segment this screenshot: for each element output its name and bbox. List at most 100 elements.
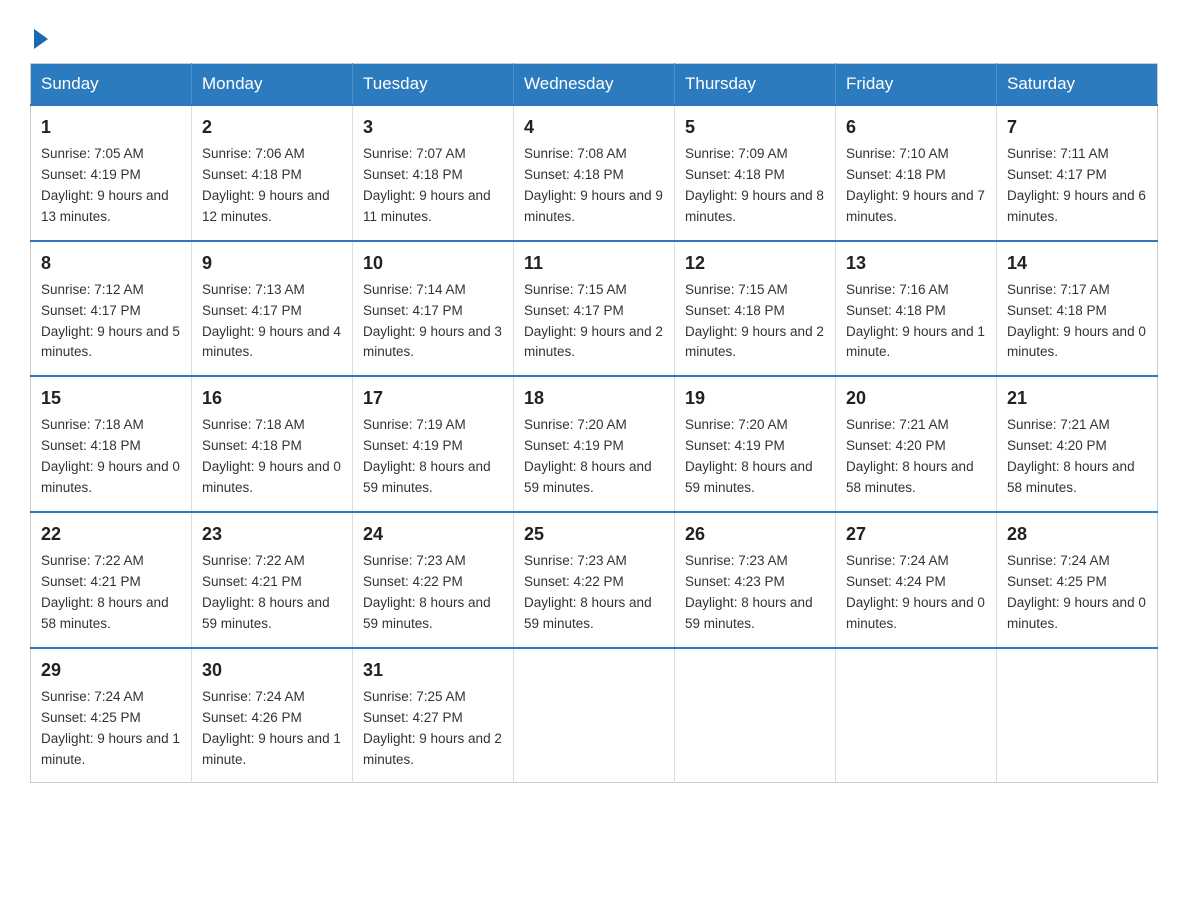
day-info: Sunrise: 7:05 AMSunset: 4:19 PMDaylight:…	[41, 144, 181, 228]
calendar-day-cell: 21Sunrise: 7:21 AMSunset: 4:20 PMDayligh…	[997, 376, 1158, 512]
calendar-week-row: 8Sunrise: 7:12 AMSunset: 4:17 PMDaylight…	[31, 241, 1158, 377]
logo	[30, 26, 48, 45]
day-number: 18	[524, 385, 664, 412]
calendar-day-cell: 30 Sunrise: 7:24 AMSunset: 4:26 PMDayligh…	[192, 648, 353, 783]
logo-arrow-icon	[34, 29, 48, 49]
calendar-day-cell: 11 Sunrise: 7:15 AMSunset: 4:17 PMDayligh…	[514, 241, 675, 377]
day-number: 20	[846, 385, 986, 412]
calendar-day-cell: 22 Sunrise: 7:22 AMSunset: 4:21 PMDayligh…	[31, 512, 192, 648]
calendar-day-cell	[836, 648, 997, 783]
day-number: 27	[846, 521, 986, 548]
calendar-day-cell: 1 Sunrise: 7:05 AMSunset: 4:19 PMDaylight…	[31, 105, 192, 241]
column-header-wednesday: Wednesday	[514, 64, 675, 106]
day-number: 4	[524, 114, 664, 141]
calendar-day-cell: 16 Sunrise: 7:18 AMSunset: 4:18 PMDayligh…	[192, 376, 353, 512]
calendar-day-cell: 2 Sunrise: 7:06 AMSunset: 4:18 PMDaylight…	[192, 105, 353, 241]
day-number: 15	[41, 385, 181, 412]
calendar-day-cell: 27 Sunrise: 7:24 AMSunset: 4:24 PMDayligh…	[836, 512, 997, 648]
calendar-day-cell: 31 Sunrise: 7:25 AMSunset: 4:27 PMDayligh…	[353, 648, 514, 783]
day-info: Sunrise: 7:20 AMSunset: 4:19 PMDaylight:…	[524, 415, 664, 499]
day-number: 17	[363, 385, 503, 412]
day-number: 12	[685, 250, 825, 277]
calendar-day-cell: 25 Sunrise: 7:23 AMSunset: 4:22 PMDayligh…	[514, 512, 675, 648]
calendar-table: SundayMondayTuesdayWednesdayThursdayFrid…	[30, 63, 1158, 783]
day-number: 3	[363, 114, 503, 141]
day-info: Sunrise: 7:22 AMSunset: 4:21 PMDaylight:…	[41, 551, 181, 635]
day-number: 29	[41, 657, 181, 684]
day-info: Sunrise: 7:24 AMSunset: 4:26 PMDaylight:…	[202, 687, 342, 771]
day-number: 14	[1007, 250, 1147, 277]
column-header-friday: Friday	[836, 64, 997, 106]
day-info: Sunrise: 7:12 AMSunset: 4:17 PMDaylight:…	[41, 280, 181, 364]
day-info: Sunrise: 7:18 AMSunset: 4:18 PMDaylight:…	[41, 415, 181, 499]
day-number: 2	[202, 114, 342, 141]
day-number: 10	[363, 250, 503, 277]
calendar-day-cell: 12 Sunrise: 7:15 AMSunset: 4:18 PMDayligh…	[675, 241, 836, 377]
day-info: Sunrise: 7:24 AMSunset: 4:24 PMDaylight:…	[846, 551, 986, 635]
day-number: 25	[524, 521, 664, 548]
calendar-day-cell: 20 Sunrise: 7:21 AMSunset: 4:20 PMDayligh…	[836, 376, 997, 512]
calendar-week-row: 22 Sunrise: 7:22 AMSunset: 4:21 PMDayligh…	[31, 512, 1158, 648]
day-info: Sunrise: 7:19 AMSunset: 4:19 PMDaylight:…	[363, 415, 503, 499]
day-number: 23	[202, 521, 342, 548]
calendar-day-cell	[997, 648, 1158, 783]
calendar-day-cell: 7 Sunrise: 7:11 AMSunset: 4:17 PMDaylight…	[997, 105, 1158, 241]
calendar-week-row: 15 Sunrise: 7:18 AMSunset: 4:18 PMDayligh…	[31, 376, 1158, 512]
day-info: Sunrise: 7:13 AMSunset: 4:17 PMDaylight:…	[202, 280, 342, 364]
day-number: 16	[202, 385, 342, 412]
day-info: Sunrise: 7:15 AMSunset: 4:17 PMDaylight:…	[524, 280, 664, 364]
day-info: Sunrise: 7:17 AMSunset: 4:18 PMDaylight:…	[1007, 280, 1147, 364]
day-info: Sunrise: 7:18 AMSunset: 4:18 PMDaylight:…	[202, 415, 342, 499]
day-number: 1	[41, 114, 181, 141]
calendar-header-row: SundayMondayTuesdayWednesdayThursdayFrid…	[31, 64, 1158, 106]
day-info: Sunrise: 7:20 AMSunset: 4:19 PMDaylight:…	[685, 415, 825, 499]
day-info: Sunrise: 7:06 AMSunset: 4:18 PMDaylight:…	[202, 144, 342, 228]
calendar-day-cell	[514, 648, 675, 783]
day-number: 19	[685, 385, 825, 412]
day-number: 24	[363, 521, 503, 548]
calendar-day-cell: 6 Sunrise: 7:10 AMSunset: 4:18 PMDaylight…	[836, 105, 997, 241]
day-info: Sunrise: 7:23 AMSunset: 4:22 PMDaylight:…	[524, 551, 664, 635]
day-number: 6	[846, 114, 986, 141]
day-number: 5	[685, 114, 825, 141]
day-number: 31	[363, 657, 503, 684]
day-info: Sunrise: 7:21 AMSunset: 4:20 PMDaylight:…	[1007, 415, 1147, 499]
calendar-week-row: 29Sunrise: 7:24 AMSunset: 4:25 PMDayligh…	[31, 648, 1158, 783]
calendar-week-row: 1 Sunrise: 7:05 AMSunset: 4:19 PMDaylight…	[31, 105, 1158, 241]
day-number: 30	[202, 657, 342, 684]
calendar-day-cell: 29Sunrise: 7:24 AMSunset: 4:25 PMDayligh…	[31, 648, 192, 783]
calendar-day-cell: 24Sunrise: 7:23 AMSunset: 4:22 PMDayligh…	[353, 512, 514, 648]
day-number: 26	[685, 521, 825, 548]
calendar-day-cell: 26 Sunrise: 7:23 AMSunset: 4:23 PMDayligh…	[675, 512, 836, 648]
day-info: Sunrise: 7:15 AMSunset: 4:18 PMDaylight:…	[685, 280, 825, 364]
calendar-day-cell: 5Sunrise: 7:09 AMSunset: 4:18 PMDaylight…	[675, 105, 836, 241]
day-info: Sunrise: 7:25 AMSunset: 4:27 PMDaylight:…	[363, 687, 503, 771]
calendar-day-cell: 15 Sunrise: 7:18 AMSunset: 4:18 PMDayligh…	[31, 376, 192, 512]
calendar-day-cell: 9Sunrise: 7:13 AMSunset: 4:17 PMDaylight…	[192, 241, 353, 377]
column-header-sunday: Sunday	[31, 64, 192, 106]
calendar-day-cell: 8Sunrise: 7:12 AMSunset: 4:17 PMDaylight…	[31, 241, 192, 377]
page-header	[30, 20, 1158, 45]
day-number: 7	[1007, 114, 1147, 141]
day-info: Sunrise: 7:23 AMSunset: 4:23 PMDaylight:…	[685, 551, 825, 635]
day-info: Sunrise: 7:22 AMSunset: 4:21 PMDaylight:…	[202, 551, 342, 635]
calendar-day-cell: 14 Sunrise: 7:17 AMSunset: 4:18 PMDayligh…	[997, 241, 1158, 377]
day-info: Sunrise: 7:14 AMSunset: 4:17 PMDaylight:…	[363, 280, 503, 364]
calendar-day-cell: 4 Sunrise: 7:08 AMSunset: 4:18 PMDaylight…	[514, 105, 675, 241]
day-info: Sunrise: 7:11 AMSunset: 4:17 PMDaylight:…	[1007, 144, 1147, 228]
column-header-thursday: Thursday	[675, 64, 836, 106]
day-info: Sunrise: 7:16 AMSunset: 4:18 PMDaylight:…	[846, 280, 986, 364]
calendar-day-cell: 28Sunrise: 7:24 AMSunset: 4:25 PMDayligh…	[997, 512, 1158, 648]
day-info: Sunrise: 7:07 AMSunset: 4:18 PMDaylight:…	[363, 144, 503, 228]
calendar-day-cell: 23 Sunrise: 7:22 AMSunset: 4:21 PMDayligh…	[192, 512, 353, 648]
day-number: 22	[41, 521, 181, 548]
day-number: 11	[524, 250, 664, 277]
calendar-day-cell: 17 Sunrise: 7:19 AMSunset: 4:19 PMDayligh…	[353, 376, 514, 512]
day-info: Sunrise: 7:08 AMSunset: 4:18 PMDaylight:…	[524, 144, 664, 228]
calendar-day-cell	[675, 648, 836, 783]
day-info: Sunrise: 7:24 AMSunset: 4:25 PMDaylight:…	[1007, 551, 1147, 635]
day-info: Sunrise: 7:10 AMSunset: 4:18 PMDaylight:…	[846, 144, 986, 228]
column-header-monday: Monday	[192, 64, 353, 106]
day-info: Sunrise: 7:21 AMSunset: 4:20 PMDaylight:…	[846, 415, 986, 499]
column-header-tuesday: Tuesday	[353, 64, 514, 106]
